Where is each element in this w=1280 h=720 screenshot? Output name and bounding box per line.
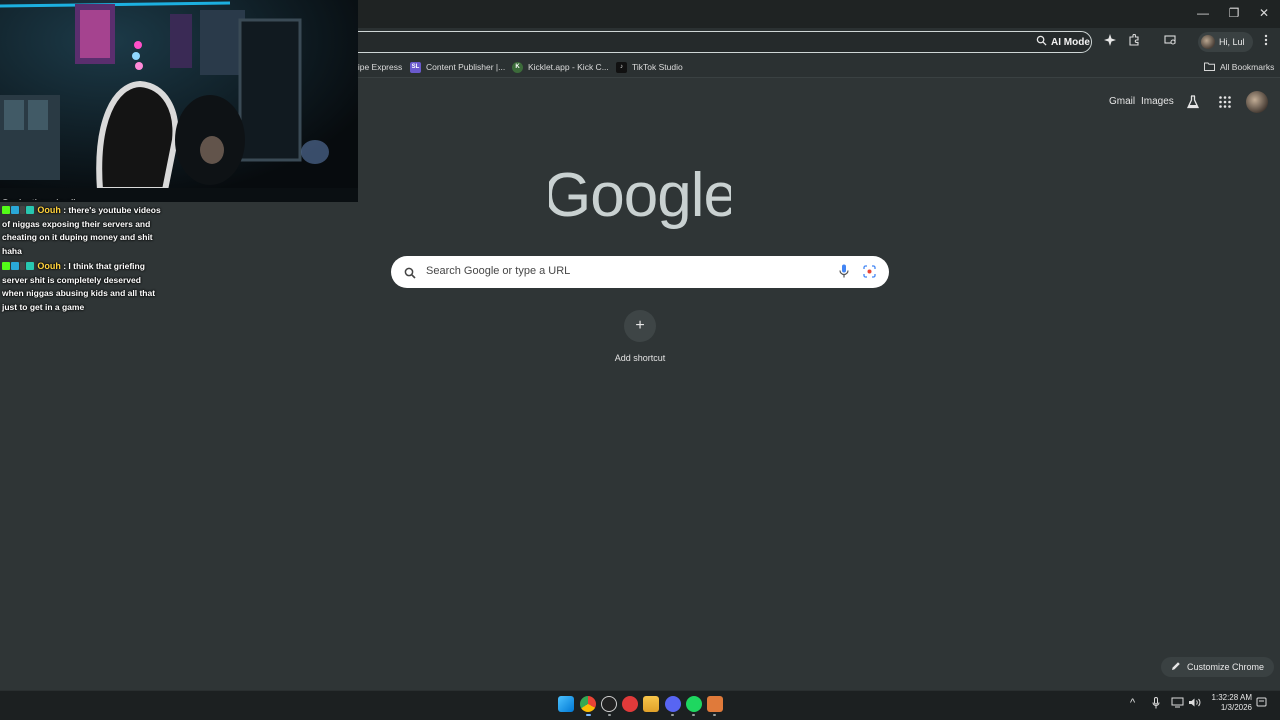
bookmark-content-publisher[interactable]: SL Content Publisher |... bbox=[410, 60, 505, 74]
bookmark-label: ripe Express bbox=[355, 62, 403, 72]
ai-mode-label: AI Mode bbox=[1051, 36, 1090, 48]
app-icon[interactable] bbox=[707, 696, 723, 712]
windows-start-icon[interactable] bbox=[558, 696, 574, 712]
gift-badge-icon bbox=[26, 206, 34, 214]
active-indicator bbox=[586, 714, 591, 716]
lens-search-icon[interactable] bbox=[863, 265, 876, 283]
clock-date: 1/3/2026 bbox=[1220, 703, 1252, 712]
customize-chrome-label: Customize Chrome bbox=[1187, 662, 1265, 672]
account-avatar[interactable] bbox=[1246, 91, 1268, 113]
google-logo: Google bbox=[549, 161, 731, 230]
chat-message: Oouh : there's youtube videos of niggas … bbox=[2, 204, 162, 258]
bookmark-kicklet[interactable]: K Kicklet.app - Kick C... bbox=[512, 60, 609, 74]
chat-username: Oouh bbox=[37, 261, 61, 271]
menu-kebab-icon[interactable] bbox=[1258, 34, 1274, 50]
running-indicator bbox=[671, 714, 674, 716]
obs-icon[interactable] bbox=[601, 696, 617, 712]
kicklet-icon: K bbox=[512, 61, 523, 73]
chat-username: Oouh bbox=[37, 205, 61, 215]
images-link[interactable]: Images bbox=[1141, 96, 1174, 107]
google-logo-text: Google bbox=[549, 161, 731, 230]
search-box[interactable]: Search Google or type a URL bbox=[391, 256, 889, 288]
clock-time: 1:32:28 AM bbox=[1211, 693, 1252, 702]
system-clock[interactable]: 1:32:28 AM 1/3/2026 bbox=[1204, 693, 1252, 713]
running-indicator bbox=[713, 714, 716, 716]
pencil-icon bbox=[1171, 661, 1181, 673]
volume-icon[interactable] bbox=[1188, 697, 1201, 711]
add-shortcut-button[interactable]: + bbox=[624, 310, 656, 342]
gmail-link[interactable]: Gmail bbox=[1109, 96, 1135, 107]
all-bookmarks-label: All Bookmarks bbox=[1220, 62, 1275, 72]
webcam-overlay bbox=[0, 0, 358, 202]
ai-mode-button[interactable]: AI Mode bbox=[1030, 33, 1098, 51]
profile-avatar bbox=[1201, 35, 1215, 49]
address-bar[interactable] bbox=[290, 31, 1092, 53]
bookmark-label: Kicklet.app - Kick C... bbox=[528, 62, 609, 72]
cast-icon[interactable] bbox=[1162, 34, 1178, 50]
bookmark-label: Content Publisher |... bbox=[426, 62, 506, 72]
labs-flask-icon[interactable] bbox=[1186, 95, 1200, 109]
search-input[interactable]: Search Google or type a URL bbox=[426, 265, 570, 277]
subscriber-badge-icon bbox=[11, 262, 19, 270]
separator-icon bbox=[20, 206, 25, 214]
chat-message-partial: Oouh : they ain all bbox=[2, 196, 162, 200]
kick-badge-icon bbox=[2, 262, 10, 270]
customize-chrome-button[interactable]: Customize Chrome bbox=[1161, 657, 1275, 677]
bookmark-label: TikTok Studio bbox=[632, 62, 683, 72]
close-button[interactable]: ✕ bbox=[1251, 4, 1277, 22]
tray-chevron-icon[interactable]: ^ bbox=[1130, 697, 1135, 709]
chrome-icon[interactable] bbox=[580, 696, 596, 712]
add-shortcut-label: Add shortcut bbox=[614, 353, 666, 363]
search-icon bbox=[404, 266, 416, 284]
plus-icon: + bbox=[635, 317, 645, 334]
record-icon[interactable] bbox=[622, 696, 638, 712]
voice-search-icon[interactable] bbox=[839, 264, 849, 284]
ai-search-icon bbox=[1036, 35, 1047, 49]
discord-icon[interactable] bbox=[665, 696, 681, 712]
running-indicator bbox=[692, 714, 695, 716]
gemini-icon[interactable] bbox=[1102, 34, 1118, 50]
kick-badge-icon bbox=[2, 206, 10, 214]
network-icon[interactable] bbox=[1171, 697, 1184, 711]
microphone-icon[interactable] bbox=[1152, 697, 1160, 712]
stream-chat-overlay: Oouh : they ain all Oouh : there's youtu… bbox=[2, 196, 162, 314]
apps-grid-icon[interactable] bbox=[1218, 95, 1232, 109]
folder-icon bbox=[1204, 62, 1215, 73]
subscriber-badge-icon bbox=[11, 206, 19, 214]
separator-icon bbox=[20, 262, 25, 270]
restore-button[interactable]: ❐ bbox=[1221, 4, 1247, 22]
chat-message: Oouh : I think that griefing server shit… bbox=[2, 260, 162, 314]
running-indicator bbox=[608, 714, 611, 716]
sl-icon: SL bbox=[410, 61, 421, 73]
tiktok-icon: ♪ bbox=[616, 61, 627, 73]
bookmark-tiktok-studio[interactable]: ♪ TikTok Studio bbox=[616, 60, 683, 74]
extensions-icon[interactable] bbox=[1126, 33, 1142, 50]
bookmark-ripe-express[interactable]: ripe Express bbox=[355, 60, 402, 74]
file-explorer-icon[interactable] bbox=[643, 696, 659, 712]
profile-button[interactable]: Hi, Lul bbox=[1198, 32, 1253, 52]
spotify-icon[interactable] bbox=[686, 696, 702, 712]
notifications-icon[interactable] bbox=[1256, 697, 1267, 711]
all-bookmarks-button[interactable]: All Bookmarks bbox=[1204, 60, 1274, 74]
profile-greeting: Hi, Lul bbox=[1219, 37, 1245, 47]
gift-badge-icon bbox=[26, 262, 34, 270]
minimize-button[interactable]: — bbox=[1190, 4, 1216, 22]
windows-taskbar bbox=[0, 690, 1280, 720]
